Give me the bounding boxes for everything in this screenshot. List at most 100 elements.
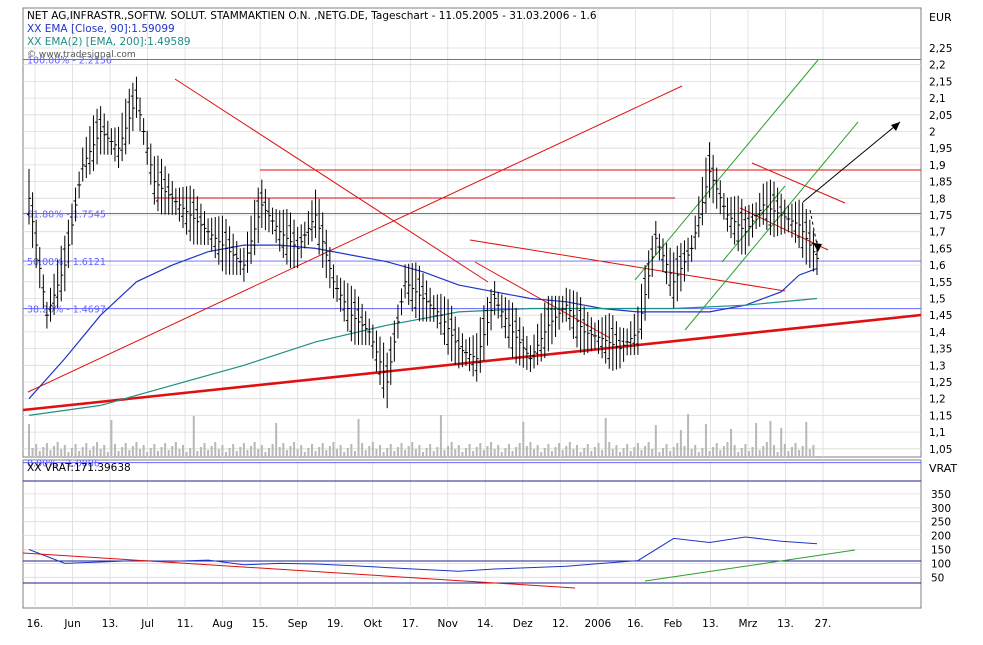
volume-bar [275, 423, 278, 456]
volume-bar [78, 451, 81, 456]
volume-bar [174, 442, 177, 456]
chart-title: NET AG,INFRASTR.,SOFTW. SOLUT. STAMMAKTI… [27, 10, 597, 22]
volume-bar [149, 448, 152, 456]
price-y-tick-label: 2,1 [929, 93, 946, 105]
price-y-tick-label: 1,4 [929, 327, 946, 339]
volume-bar [787, 451, 790, 456]
volume-bar [511, 451, 514, 456]
volume-bar [801, 446, 804, 456]
volume-bar [576, 445, 579, 456]
volume-bar [704, 424, 707, 456]
x-tick-label: Jun [63, 618, 80, 630]
price-y-tick-label: 1,3 [929, 360, 946, 372]
volume-bar [490, 442, 493, 456]
fib-level-label: 50.00% - 1.6121 [27, 257, 106, 268]
volume-bar [400, 443, 403, 456]
volume-bar [346, 448, 349, 456]
volume-bar [264, 452, 267, 456]
volume-bar [389, 444, 392, 456]
volume-bar [153, 444, 156, 456]
volume-bar [461, 452, 464, 456]
volume-bar [758, 450, 761, 456]
volume-bar [117, 451, 120, 456]
vrat-y-tick-label: 300 [931, 503, 951, 515]
volume-bar [121, 447, 124, 456]
volume-bar [755, 423, 758, 456]
volume-bar [96, 442, 99, 456]
vrat-y-tick-label: 50 [931, 572, 944, 584]
volume-bar [28, 424, 30, 456]
price-y-tick-label: 1,6 [929, 260, 946, 272]
volume-bar [139, 449, 142, 456]
volume-bar [443, 450, 446, 456]
volume-bar [293, 442, 296, 456]
fib-level-label: 61.80% - 1.7545 [27, 209, 106, 220]
volume-bar [289, 446, 292, 456]
volume-bar [529, 442, 532, 456]
price-y-tick-label: 1,85 [929, 177, 952, 189]
volume-bar [622, 448, 625, 456]
volume-bar [561, 450, 564, 456]
volume-bar [626, 444, 629, 456]
x-tick-label: 16. [627, 618, 644, 630]
volume-bar [35, 444, 38, 456]
volume-bar [361, 443, 364, 456]
volume-bar [253, 442, 256, 456]
volume-bar [432, 451, 435, 456]
price-y-tick-label: 1,35 [929, 344, 952, 356]
volume-bar [654, 425, 657, 456]
volume-bar [92, 446, 95, 456]
volume-bar [63, 445, 66, 456]
price-y-tick-label: 1,05 [929, 444, 952, 456]
volume-bar [99, 449, 102, 456]
x-tick-label: Feb [664, 618, 683, 630]
x-tick-label: Mrz [739, 618, 758, 630]
volume-bar [38, 451, 41, 456]
volume-bar [479, 443, 482, 456]
price-y-tick-label: 1,55 [929, 277, 952, 289]
volume-bar [464, 448, 467, 456]
volume-bar [697, 452, 700, 456]
volume-bar [221, 445, 224, 456]
x-tick-label: Nov [438, 618, 459, 630]
price-y-tick-label: 1,15 [929, 410, 952, 422]
price-y-tick-label: 1,25 [929, 377, 952, 389]
x-tick-label: Sep [288, 618, 308, 630]
volume-bar [497, 445, 500, 456]
volume-bar [56, 442, 59, 456]
volume-bar [318, 447, 321, 456]
volume-bar [235, 451, 238, 456]
volume-bar [393, 451, 396, 456]
volume-bar [49, 450, 52, 456]
volume-bar [672, 447, 675, 456]
volume-bar [719, 450, 722, 456]
volume-bar [171, 446, 174, 456]
volume-bar [669, 451, 672, 456]
x-tick-label: 11. [177, 618, 194, 630]
x-tick-label: Okt [363, 618, 381, 630]
volume-bar [70, 448, 73, 456]
ema90-legend: XX EMA [Close, 90]:1.59099 [27, 23, 175, 35]
volume-bar [282, 443, 285, 456]
volume-bar [189, 448, 192, 456]
price-y-tick-label: 1,65 [929, 243, 952, 255]
volume-bar [590, 451, 593, 456]
x-tick-label: Jul [140, 618, 154, 630]
volume-bar [773, 445, 776, 456]
volume-bar [683, 446, 686, 456]
x-tick-label: 14. [477, 618, 494, 630]
x-tick-label: 17. [402, 618, 419, 630]
volume-bar [457, 445, 460, 456]
volume-bar [199, 447, 202, 456]
volume-bar [296, 449, 299, 456]
volume-bar [726, 442, 729, 456]
volume-bar [404, 450, 407, 456]
volume-bar [196, 451, 199, 456]
volume-bar [429, 444, 432, 456]
volume-bar [744, 444, 747, 456]
volume-bar [167, 450, 170, 456]
volume-bar [808, 449, 811, 456]
volume-bar [583, 448, 586, 456]
x-tick-label: 13. [777, 618, 794, 630]
volume-bar [250, 446, 253, 456]
